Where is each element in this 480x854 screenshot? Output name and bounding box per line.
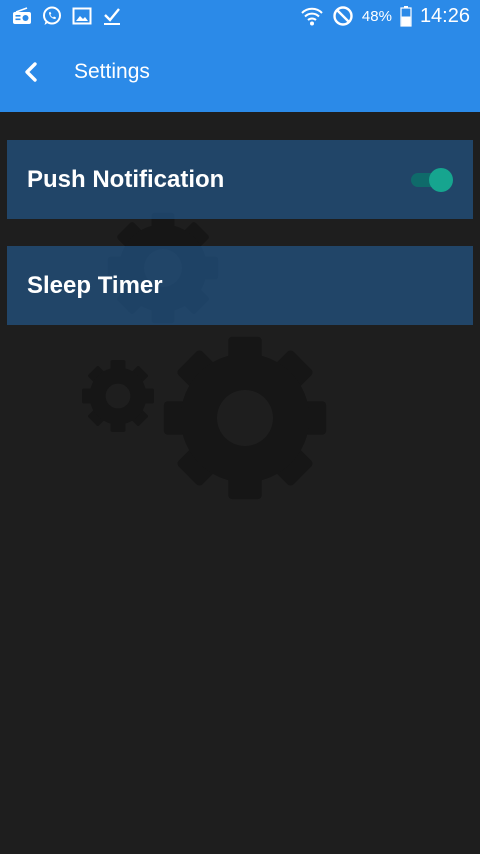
app-bar: Settings — [0, 32, 480, 112]
settings-item-label: Push Notification — [27, 165, 225, 193]
small-gear-icon — [82, 360, 154, 432]
whatsapp-icon — [42, 6, 62, 26]
chevron-left-icon — [25, 62, 37, 82]
settings-item-label: Sleep Timer — [27, 271, 163, 299]
toggle-thumb — [429, 168, 453, 192]
settings-item-sleep-timer[interactable]: Sleep Timer — [7, 246, 473, 325]
checkmark-icon — [102, 6, 122, 26]
background-gears-decoration — [82, 212, 327, 500]
clock: 14:26 — [419, 4, 470, 27]
back-button[interactable] — [0, 32, 62, 112]
do-not-disturb-icon — [332, 5, 354, 27]
status-bar: 48% 14:26 — [0, 0, 480, 32]
settings-item-push-notification[interactable]: Push Notification — [7, 140, 473, 219]
battery-icon — [400, 5, 412, 27]
gallery-icon — [72, 7, 92, 25]
radio-icon — [12, 7, 32, 25]
wifi-icon — [300, 5, 324, 27]
page-title: Settings — [74, 60, 150, 83]
push-notification-toggle[interactable] — [409, 168, 453, 192]
battery-percent: 48% — [361, 7, 392, 25]
large-gear-icon — [163, 336, 327, 500]
